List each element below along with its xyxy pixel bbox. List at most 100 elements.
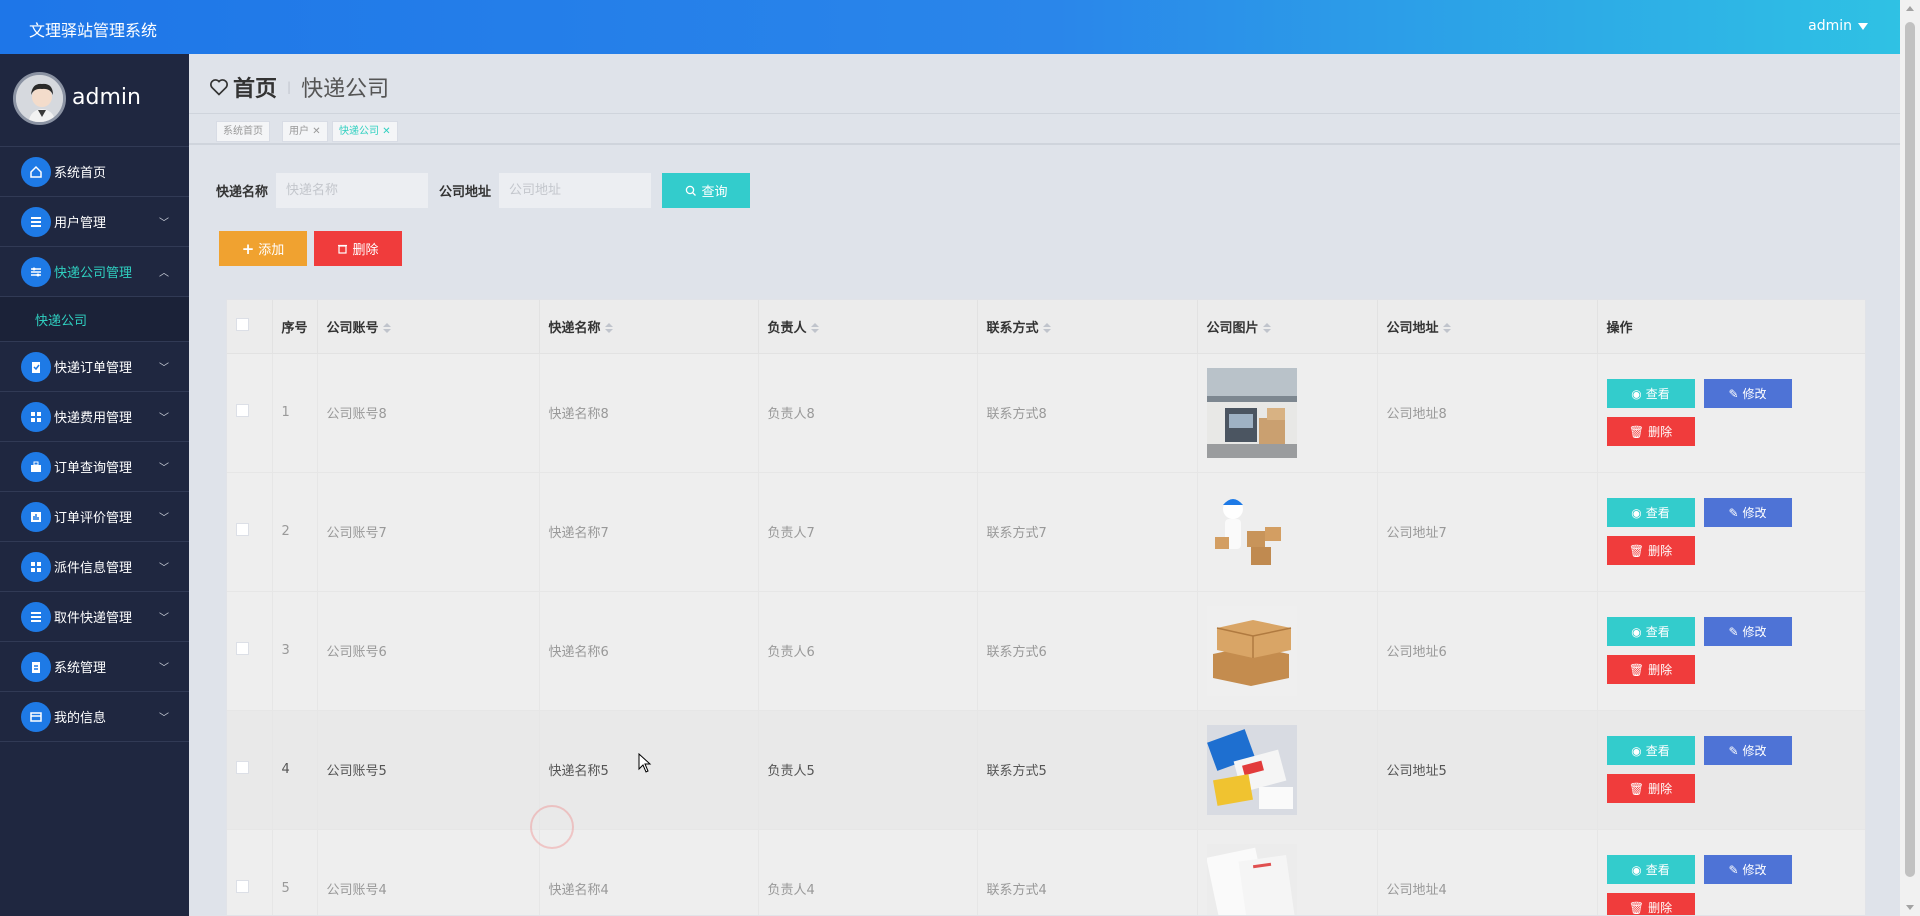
sidebar-item-label: 订单评价管理 — [54, 511, 133, 526]
batch-delete-button[interactable]: 删除 — [314, 231, 402, 266]
view-button[interactable]: ◉ 查看 — [1606, 379, 1695, 408]
delete-button[interactable]: 🗑 删除 — [1606, 655, 1695, 684]
app-title: 文理驿站管理系统 — [29, 21, 158, 40]
add-button[interactable]: + 添加 — [219, 231, 307, 266]
table-row: 4 公司账号5 快递名称5 负责人5 联系方式5 公司地址5 ◉ 查看 ✎ 修改 🗑 删除 — [227, 710, 1865, 830]
cell-account: 公司账号6 — [317, 591, 540, 711]
edit-button[interactable]: ✎ 修改 — [1703, 379, 1792, 408]
user-menu[interactable]: admin — [1808, 18, 1868, 34]
view-button-label: 查看 — [1645, 863, 1670, 877]
company-image[interactable] — [1206, 724, 1377, 815]
row-checkbox[interactable] — [227, 710, 273, 830]
edit-button[interactable]: ✎ 修改 — [1703, 855, 1792, 884]
trash-icon: 🗑 — [1628, 662, 1645, 677]
company-image[interactable] — [1206, 367, 1377, 458]
cell-address: 公司地址5 — [1377, 710, 1598, 830]
cell-image — [1197, 710, 1378, 830]
sidebar-item-pickup[interactable]: 取件快递管理 ﹀ — [0, 592, 189, 642]
sort-icon[interactable] — [810, 323, 819, 334]
query-button[interactable]: 查询 — [662, 173, 751, 208]
sliders-icon — [21, 256, 51, 287]
pencil-icon: ✎ — [1728, 505, 1739, 520]
view-button[interactable]: ◉ 查看 — [1606, 498, 1695, 527]
breadcrumb-home[interactable]: 首页 — [233, 71, 277, 103]
user-menu-label: admin — [1808, 18, 1852, 34]
delete-button[interactable]: 🗑 删除 — [1606, 893, 1695, 915]
page-scrollbar[interactable] — [1900, 0, 1920, 916]
cell-no: 4 — [272, 710, 318, 830]
sidebar-item-express-company[interactable]: 快递公司管理 ︿ — [0, 247, 189, 297]
cell-manager: 负责人8 — [758, 353, 978, 473]
scroll-down-icon[interactable] — [1906, 905, 1914, 910]
column-header-manager[interactable]: 负责人 — [758, 300, 978, 354]
sidebar-item-dispatch[interactable]: 派件信息管理 ﹀ — [0, 542, 189, 592]
company-image[interactable] — [1206, 843, 1377, 915]
eye-icon: ◉ — [1631, 624, 1642, 639]
sort-icon[interactable] — [604, 323, 613, 334]
edit-button[interactable]: ✎ 修改 — [1703, 617, 1792, 646]
sidebar-item-users[interactable]: 用户管理 ﹀ — [0, 197, 189, 247]
cell-manager: 负责人5 — [758, 710, 978, 830]
sidebar-item-order-query[interactable]: 订单查询管理 ﹀ — [0, 442, 189, 492]
view-button[interactable]: ◉ 查看 — [1606, 736, 1695, 765]
row-checkbox[interactable] — [227, 472, 273, 592]
search-address-input[interactable] — [499, 173, 652, 208]
sort-icon[interactable] — [1042, 323, 1051, 334]
column-header-account[interactable]: 公司账号 — [317, 300, 540, 354]
edit-button[interactable]: ✎ 修改 — [1703, 498, 1792, 527]
top-bar: 文理驿站管理系统 admin — [0, 0, 1920, 54]
sidebar-subitem-express-company[interactable]: 快递公司 — [0, 297, 189, 342]
company-image[interactable] — [1206, 605, 1377, 696]
select-all-checkbox[interactable] — [227, 300, 273, 354]
search-name-input[interactable] — [276, 173, 429, 208]
cell-name: 快递名称8 — [539, 353, 759, 473]
sidebar-item-label: 系统管理 — [54, 661, 107, 676]
sort-icon[interactable] — [1442, 323, 1451, 334]
row-checkbox[interactable] — [227, 591, 273, 711]
scrollbar-thumb[interactable] — [1905, 22, 1915, 877]
sidebar-item-fees[interactable]: 快递费用管理 ﹀ — [0, 392, 189, 442]
company-table: 序号 公司账号 快递名称 负责人 联系方式 公司图片 公司地址 操作 1 公司账号… — [226, 299, 1866, 916]
tag-user[interactable]: 用户 ✕ — [282, 121, 328, 142]
search-form: 快递名称 公司地址 查询 — [216, 173, 751, 208]
column-header-contact[interactable]: 联系方式 — [977, 300, 1198, 354]
trash-icon: 🗑 — [1628, 900, 1645, 915]
edit-button[interactable]: ✎ 修改 — [1703, 736, 1792, 765]
sidebar-item-reviews[interactable]: 订单评价管理 ﹀ — [0, 492, 189, 542]
tag-express-company[interactable]: 快递公司 ✕ — [332, 121, 398, 142]
row-checkbox[interactable] — [227, 353, 273, 473]
sort-icon[interactable] — [382, 323, 391, 334]
cell-contact: 联系方式5 — [977, 710, 1198, 830]
view-button[interactable]: ◉ 查看 — [1606, 855, 1695, 884]
column-header-image[interactable]: 公司图片 — [1197, 300, 1378, 354]
scroll-up-icon[interactable] — [1906, 6, 1914, 11]
close-icon[interactable]: ✕ — [312, 126, 320, 137]
cell-address: 公司地址7 — [1377, 472, 1598, 592]
sidebar-item-home[interactable]: 系统首页 — [0, 147, 189, 197]
view-button-label: 查看 — [1645, 625, 1670, 639]
column-header-name[interactable]: 快递名称 — [539, 300, 759, 354]
delete-button-label: 删除 — [1648, 425, 1673, 439]
chevron-up-icon: ︿ — [159, 268, 169, 279]
chevron-down-icon: ﹀ — [159, 563, 169, 574]
company-image[interactable] — [1206, 486, 1377, 577]
view-button[interactable]: ◉ 查看 — [1606, 617, 1695, 646]
delete-button[interactable]: 🗑 删除 — [1606, 774, 1695, 803]
chevron-down-icon: ﹀ — [159, 513, 169, 524]
cell-account: 公司账号7 — [317, 472, 540, 592]
sort-icon[interactable] — [1262, 323, 1271, 334]
row-checkbox[interactable] — [227, 829, 273, 915]
sidebar-item-system[interactable]: 系统管理 ﹀ — [0, 642, 189, 692]
sidebar-item-my-info[interactable]: 我的信息 ﹀ — [0, 692, 189, 742]
close-icon[interactable]: ✕ — [382, 126, 390, 137]
chevron-down-icon: ﹀ — [159, 713, 169, 724]
column-header-address[interactable]: 公司地址 — [1377, 300, 1598, 354]
delete-button[interactable]: 🗑 删除 — [1606, 417, 1695, 446]
cell-image — [1197, 829, 1378, 915]
delete-button[interactable]: 🗑 删除 — [1606, 536, 1695, 565]
sidebar-item-orders[interactable]: 快递订单管理 ﹀ — [0, 342, 189, 392]
trash-icon: 🗑 — [1628, 424, 1645, 439]
heart-icon — [210, 79, 228, 96]
cell-name: 快递名称7 — [539, 472, 759, 592]
tag-system-home[interactable]: 系统首页 — [216, 121, 270, 142]
